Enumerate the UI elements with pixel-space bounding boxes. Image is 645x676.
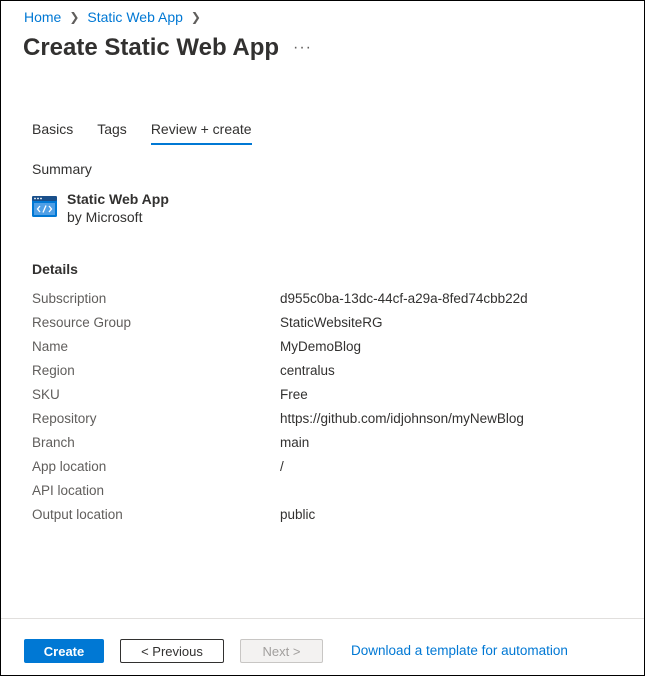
breadcrumb: Home ❯ Static Web App ❯ bbox=[24, 9, 209, 25]
detail-label: Branch bbox=[32, 435, 75, 450]
detail-row-sku: SKU Free bbox=[32, 387, 612, 411]
details-list: Subscription d955c0ba-13dc-44cf-a29a-8fe… bbox=[32, 291, 612, 531]
breadcrumb-home-link[interactable]: Home bbox=[24, 9, 61, 25]
detail-value: d955c0ba-13dc-44cf-a29a-8fed74cbb22d bbox=[280, 291, 528, 306]
tab-tags[interactable]: Tags bbox=[97, 121, 127, 145]
blade-window: Home ❯ Static Web App ❯ Create Static We… bbox=[0, 0, 645, 676]
detail-label: Resource Group bbox=[32, 315, 132, 330]
tab-basics[interactable]: Basics bbox=[32, 121, 73, 145]
detail-value: MyDemoBlog bbox=[280, 339, 362, 354]
chevron-right-icon: ❯ bbox=[190, 10, 201, 24]
detail-row-resource-group: Resource Group StaticWebsiteRG bbox=[32, 315, 612, 339]
next-button[interactable]: Next > bbox=[240, 639, 323, 663]
product-name: Static Web App bbox=[67, 191, 169, 207]
tab-review-create[interactable]: Review + create bbox=[150, 121, 252, 145]
detail-label: Output location bbox=[32, 507, 123, 522]
detail-label: App location bbox=[32, 459, 107, 474]
detail-value: / bbox=[280, 459, 284, 474]
detail-value: StaticWebsiteRG bbox=[280, 315, 383, 330]
detail-row-subscription: Subscription d955c0ba-13dc-44cf-a29a-8fe… bbox=[32, 291, 612, 315]
product-publisher: by Microsoft bbox=[67, 209, 143, 225]
page-title: Create Static Web App bbox=[23, 34, 280, 61]
detail-row-branch: Branch main bbox=[32, 435, 612, 459]
detail-label: Region bbox=[32, 363, 75, 378]
detail-value: Free bbox=[280, 387, 308, 402]
create-button[interactable]: Create bbox=[24, 639, 104, 663]
breadcrumb-static-web-app-link[interactable]: Static Web App bbox=[87, 9, 182, 25]
detail-label: API location bbox=[32, 483, 105, 498]
detail-row-app-location: App location / bbox=[32, 459, 612, 483]
download-template-link[interactable]: Download a template for automation bbox=[351, 643, 568, 658]
summary-heading: Summary bbox=[32, 161, 92, 177]
more-options-icon[interactable]: ··· bbox=[293, 39, 312, 57]
details-heading: Details bbox=[32, 261, 78, 277]
detail-label: Subscription bbox=[32, 291, 107, 306]
detail-row-api-location: API location bbox=[32, 483, 612, 507]
footer-divider bbox=[1, 618, 644, 619]
detail-row-output-location: Output location public bbox=[32, 507, 612, 531]
detail-row-repository: Repository https://github.com/idjohnson/… bbox=[32, 411, 612, 435]
detail-label: Repository bbox=[32, 411, 97, 426]
wizard-tabs: Basics Tags Review + create bbox=[32, 121, 252, 145]
detail-value: centralus bbox=[280, 363, 335, 378]
chevron-right-icon: ❯ bbox=[69, 10, 80, 24]
static-web-app-icon bbox=[32, 196, 57, 217]
detail-value: https://github.com/idjohnson/myNewBlog bbox=[280, 411, 524, 426]
detail-row-region: Region centralus bbox=[32, 363, 612, 387]
detail-row-name: Name MyDemoBlog bbox=[32, 339, 612, 363]
detail-value: public bbox=[280, 507, 316, 522]
previous-button[interactable]: < Previous bbox=[120, 639, 224, 663]
detail-value: main bbox=[280, 435, 310, 450]
detail-label: SKU bbox=[32, 387, 60, 402]
detail-label: Name bbox=[32, 339, 69, 354]
